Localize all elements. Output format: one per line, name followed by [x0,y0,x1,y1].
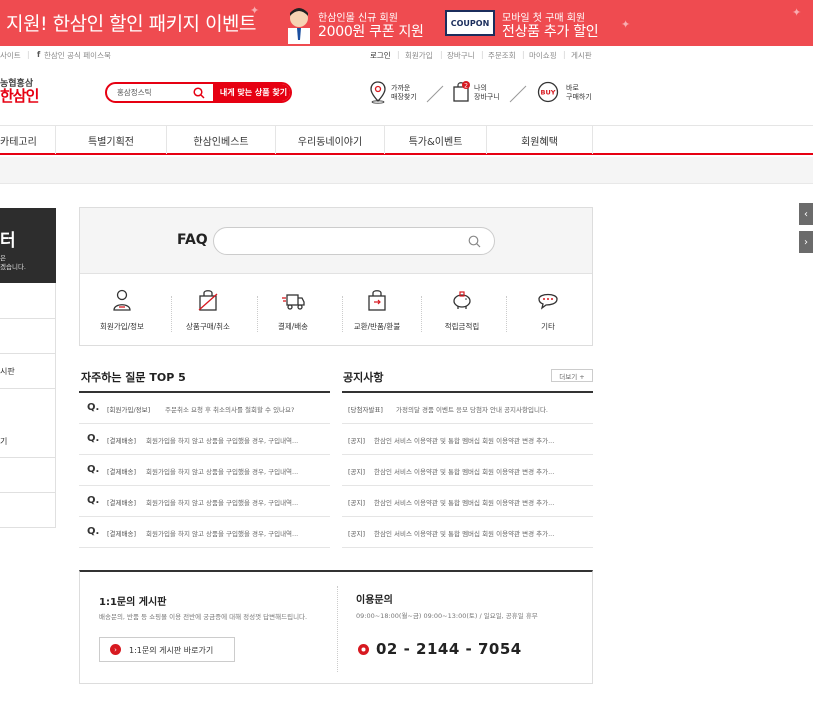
search-input[interactable]: 홍삼정스틱 [117,87,152,98]
promo1-big: 2000원 쿠폰 지원 [318,24,424,40]
notice-row[interactable]: [공지] 한삼인 서비스 이용약관 및 통합 멤버십 회원 이용약관 변경 추가.… [342,455,593,486]
top-banner[interactable]: ✦ ✦ ✦ 지원! 한삼인 할인 패키지 이벤트 한삼인몰 신규 회원 2000… [0,0,813,46]
faq-search-area: FAQ [80,208,592,274]
sparkle-icon: ✦ [621,18,631,31]
sidebar-item[interactable] [0,283,56,319]
chevron-right-icon: › [804,236,808,248]
more-button[interactable]: 더보기 + [551,369,593,382]
divider [509,85,527,103]
faq-category-delivery[interactable]: 결제/배송 [258,288,328,338]
shopping-bag-cancel-icon [198,290,218,311]
util-link-order[interactable]: 주문조회 [488,50,516,61]
piggy-bank-icon [453,291,471,309]
sparkle-icon: ✦ [792,6,802,19]
buy-now-label[interactable]: 바로 구매하기 [566,84,592,102]
inquiry-title: 1:1문의 게시판 [99,597,167,608]
contact-hours: 09:00~18:00(월~금) 09:00~13:00(토) / 일요일, 공… [356,612,538,620]
sidebar-item[interactable] [0,458,56,493]
nav-event[interactable]: 특가&이벤트 [385,126,487,154]
notice-row[interactable]: [공지] 한삼인 서비스 이용약관 및 통합 멤버십 회원 이용약관 변경 추가.… [342,517,593,548]
faq-row[interactable]: Q. [결제배송] 회원가입을 하지 않고 상품을 구입했을 경우, 구입내역... [79,424,330,455]
faq-row[interactable]: Q. [결제배송] 회원가입을 하지 않고 상품을 구입했을 경우, 구입내역... [79,486,330,517]
inquiry-board-button[interactable]: › 1:1문의 게시판 바로가기 [99,637,235,662]
chevron-left-icon: ‹ [804,208,808,220]
scroll-right-button[interactable]: › [799,231,813,253]
contact-phone: 02 - 2144 - 7054 [376,640,522,658]
promo2-big: 전상품 추가 할인 [502,24,599,40]
nav-category[interactable]: 카테고리 [0,126,56,154]
svg-text:2: 2 [464,82,468,89]
location-pin-icon[interactable] [368,80,388,104]
nav-best[interactable]: 한삼인베스트 [167,126,276,154]
util-link-cart[interactable]: 장바구니 [447,50,475,61]
notice-row[interactable]: [당첨자발표] 가정의달 경품 이벤트 응모 당첨자 안내 공지사항입니다. [342,393,593,424]
faq-panel: FAQ 회원가입/정보 상품구매/취소 결제/배송 교환/반품/환불 적립금적립… [79,207,593,346]
speech-bubble-icon [538,293,558,310]
nav-special[interactable]: 특별기획전 [56,126,167,154]
utility-bar: 사이트 | f 한삼인 공식 페이스북 로그인 | 회원가입 | 장바구니 | … [0,50,592,61]
breadcrumb-band [0,157,813,184]
sidebar-item[interactable] [0,319,56,354]
coupon-icon: COUPON [445,10,495,36]
util-link-site[interactable]: 사이트 [0,50,21,61]
util-link-board[interactable]: 게시판 [571,50,592,61]
contact-title: 이용문의 [356,595,393,606]
faq-row[interactable]: Q. [결제배송] 회원가입을 하지 않고 상품을 구입했을 경우, 구입내역... [79,455,330,486]
faq-row[interactable]: Q. [결제배송] 회원가입을 하지 않고 상품을 구입했을 경우, 구입내역... [79,517,330,548]
svg-text:BUY: BUY [541,89,556,97]
person-illustration-icon [288,8,310,44]
phone-icon [358,644,369,655]
inquiry-desc: 배송문의, 반품 등 쇼핑몰 이용 전반에 궁금증에 대해 정성껏 답변해드립니… [99,613,308,621]
nav-benefit[interactable]: 회원혜택 [487,126,593,154]
faq-category-purchase[interactable]: 상품구매/취소 [173,288,243,338]
faq-label: FAQ [177,232,208,248]
site-logo[interactable]: 농협홍삼 한삼인 [0,76,40,106]
nav-story[interactable]: 우리동네이야기 [276,126,385,154]
notice-row[interactable]: [공지] 한삼인 서비스 이용약관 및 통합 멤버십 회원 이용약관 변경 추가.… [342,424,593,455]
inquiry-panel: 1:1문의 게시판 배송문의, 반품 등 쇼핑몰 이용 전반에 궁금증에 대해 … [79,570,593,684]
delivery-truck-icon [282,294,305,310]
faq-category-points[interactable]: 적립금적립 [427,288,497,338]
banner-title: 지원! 한삼인 할인 패키지 이벤트 [6,13,257,35]
main-nav: 카테고리 특별기획전 한삼인베스트 우리동네이야기 특가&이벤트 회원혜택 [0,125,813,155]
util-link-mypage[interactable]: 마이쇼핑 [529,50,557,61]
store-finder-label[interactable]: 가까운 매장찾기 [391,84,417,102]
top5-title: 자주하는 질문 TOP 5 [81,371,186,384]
divider [426,85,444,103]
scroll-left-button[interactable]: ‹ [799,203,813,225]
exchange-bag-icon [368,290,386,311]
notice-title: 공지사항 [343,371,384,384]
product-finder-button[interactable]: 내게 맞는 상품 찾기 [213,84,290,101]
sidebar-header: 터 은 겠습니다. [0,208,56,283]
sidebar-item[interactable] [0,493,56,528]
notice-row[interactable]: [공지] 한삼인 서비스 이용약관 및 통합 멤버십 회원 이용약관 변경 추가.… [342,486,593,517]
my-cart-label[interactable]: 나의 장바구니 [474,84,500,102]
util-link-facebook[interactable]: 한삼인 공식 페이스북 [44,50,111,61]
sidebar-item[interactable]: 기 [0,389,56,458]
faq-category-etc[interactable]: 기타 [513,288,583,338]
search-bar[interactable]: 홍삼정스틱 내게 맞는 상품 찾기 [105,82,292,103]
faq-row[interactable]: Q. [회원가입/정보] 주문취소 요청 후 취소의사를 철회할 수 있나요? [79,393,330,424]
sidebar-item-board[interactable]: 시판 [0,354,56,389]
faq-search-input[interactable] [213,227,495,255]
arrow-right-icon: › [110,644,121,655]
faq-category-member[interactable]: 회원가입/정보 [87,288,157,338]
search-icon[interactable] [468,235,481,248]
facebook-icon: f [37,50,41,59]
util-link-join[interactable]: 회원가입 [405,50,433,61]
faq-category-exchange[interactable]: 교환/반품/환불 [342,288,412,338]
util-link-login[interactable]: 로그인 [370,50,391,61]
cart-icon[interactable]: 2 [451,80,471,104]
person-icon [113,289,131,311]
buy-bag-icon[interactable]: BUY [537,80,559,104]
search-icon[interactable] [193,87,205,99]
